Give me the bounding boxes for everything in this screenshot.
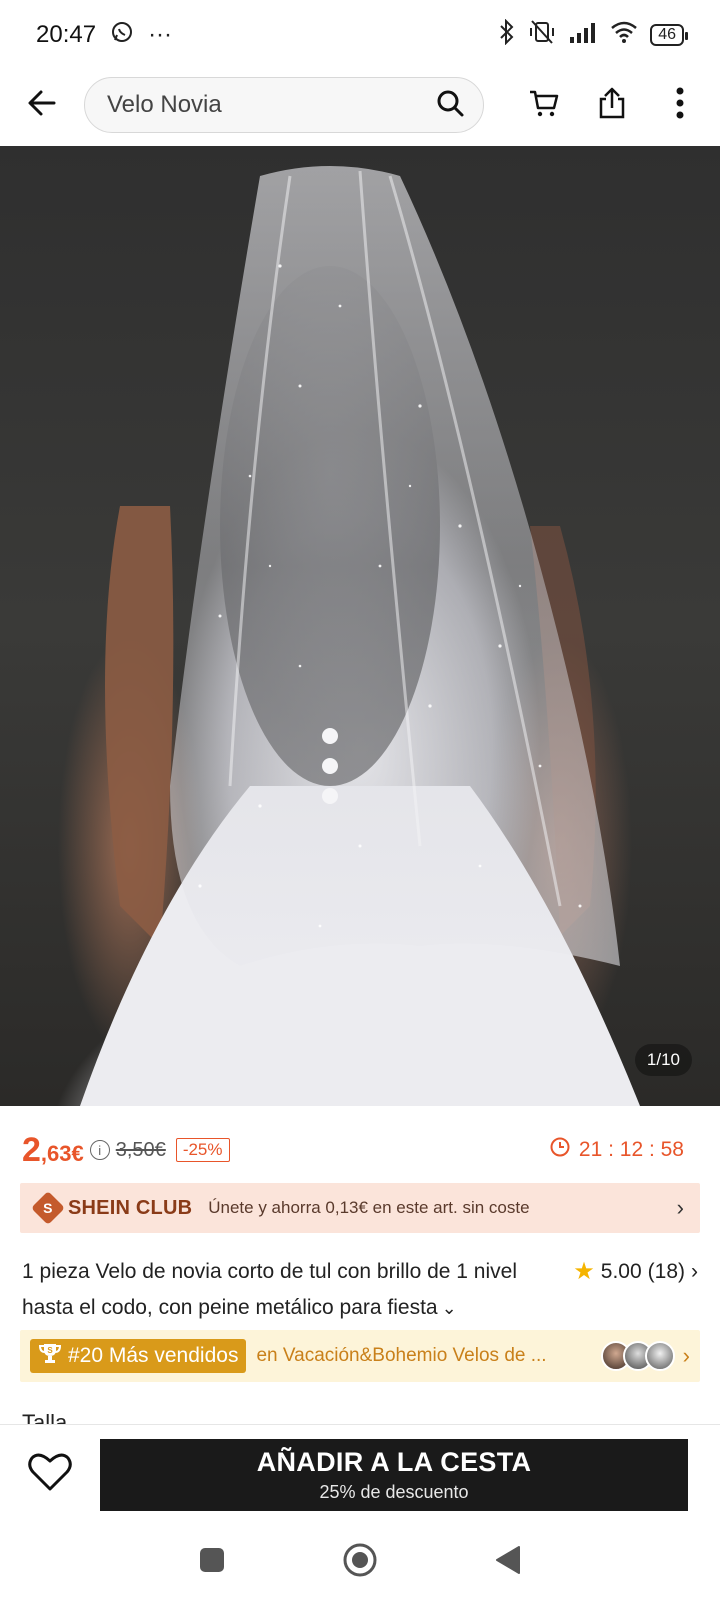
- vibrate-off-icon: [528, 19, 556, 52]
- signal-icon: [568, 21, 598, 50]
- svg-text:S: S: [47, 1346, 53, 1355]
- top-bar: Velo Novia: [0, 72, 720, 138]
- size-section-label: Talla: [22, 1410, 68, 1424]
- wishlist-button[interactable]: [24, 1449, 76, 1501]
- status-bar: 20:47 ··· 46: [0, 0, 720, 70]
- rating[interactable]: ★ 5.00 (18) ›: [573, 1254, 698, 1290]
- recents-button[interactable]: [194, 1544, 230, 1580]
- cart-icon: [527, 86, 561, 125]
- trophy-icon: S: [38, 1342, 62, 1370]
- battery-indicator: 46: [650, 24, 688, 46]
- share-button[interactable]: [592, 85, 632, 125]
- product-title-row: 1 pieza Velo de novia corto de tul con b…: [22, 1254, 698, 1326]
- add-to-cart-label: AÑADIR A LA CESTA: [256, 1446, 532, 1477]
- more-options-button[interactable]: [660, 85, 700, 125]
- image-counter: 1/10: [634, 1044, 692, 1076]
- countdown-value: 21 : 12 : 58: [578, 1138, 684, 1161]
- clock-icon: [549, 1136, 571, 1164]
- chevron-right-icon: ›: [676, 1195, 684, 1220]
- back-nav-button[interactable]: [490, 1544, 526, 1580]
- wifi-icon: [610, 21, 638, 50]
- discount-badge: -25%: [175, 1138, 230, 1162]
- product-image-gallery[interactable]: 1/10: [0, 146, 720, 1106]
- chevron-right-icon: ›: [691, 1260, 698, 1283]
- star-icon: ★: [573, 1258, 595, 1285]
- original-price: 3,50€: [115, 1138, 166, 1161]
- more-notifications-icon: ···: [148, 21, 173, 48]
- search-query: Velo Novia: [107, 91, 222, 118]
- bluetooth-icon: [498, 18, 516, 52]
- rating-value: 5.00: [600, 1260, 642, 1283]
- review-count: (18): [647, 1260, 685, 1283]
- bestseller-rank: #20 Más vendidos: [68, 1344, 239, 1367]
- bestseller-badge: S #20 Más vendidos: [30, 1339, 247, 1373]
- heart-icon: [27, 1451, 73, 1498]
- shein-club-logo-icon: S: [31, 1191, 65, 1225]
- bottom-action-bar: AÑADIR A LA CESTA 25% de descuento: [0, 1424, 720, 1524]
- status-time: 20:47: [36, 21, 97, 48]
- bestseller-category: en Vacación&Bohemio Velos de ...: [256, 1345, 547, 1366]
- shein-club-banner[interactable]: S SHEIN CLUB Únete y ahorra 0,13€ en est…: [20, 1183, 700, 1233]
- search-input[interactable]: Velo Novia: [84, 77, 484, 133]
- countdown-timer: 21 : 12 : 58: [549, 1136, 684, 1164]
- cart-button[interactable]: [524, 85, 564, 125]
- search-icon[interactable]: [435, 88, 465, 123]
- share-icon: [596, 86, 628, 125]
- back-arrow-icon: [26, 87, 58, 124]
- avatar: [644, 1341, 675, 1371]
- back-button[interactable]: [20, 83, 64, 127]
- more-vertical-icon: [675, 86, 685, 125]
- whatsapp-icon: [110, 20, 134, 51]
- bestseller-banner[interactable]: S #20 Más vendidos en Vacación&Bohemio V…: [20, 1330, 700, 1382]
- chevron-right-icon: ›: [682, 1343, 690, 1368]
- product-photo: [80, 166, 640, 1106]
- club-offer-text: Únete y ahorra 0,13€ en este art. sin co…: [208, 1198, 530, 1217]
- chevron-down-icon[interactable]: ⌄: [442, 1298, 457, 1318]
- home-circle-icon: [342, 1542, 378, 1583]
- club-name: SHEIN CLUB: [68, 1196, 193, 1219]
- triangle-back-icon: [495, 1545, 521, 1580]
- home-button[interactable]: [342, 1542, 378, 1583]
- avatar-group: [600, 1341, 675, 1371]
- current-price: 2,63€: [22, 1130, 84, 1169]
- system-navigation-bar: [0, 1524, 720, 1600]
- product-title[interactable]: 1 pieza Velo de novia corto de tul con b…: [22, 1254, 542, 1326]
- price-row: 2,63€ i 3,50€ -25% 21 : 12 : 58: [22, 1130, 684, 1170]
- add-to-cart-discount: 25% de descuento: [319, 1481, 469, 1502]
- add-to-cart-button[interactable]: AÑADIR A LA CESTA 25% de descuento: [100, 1438, 688, 1511]
- square-icon: [199, 1547, 225, 1578]
- info-icon[interactable]: i: [89, 1140, 110, 1160]
